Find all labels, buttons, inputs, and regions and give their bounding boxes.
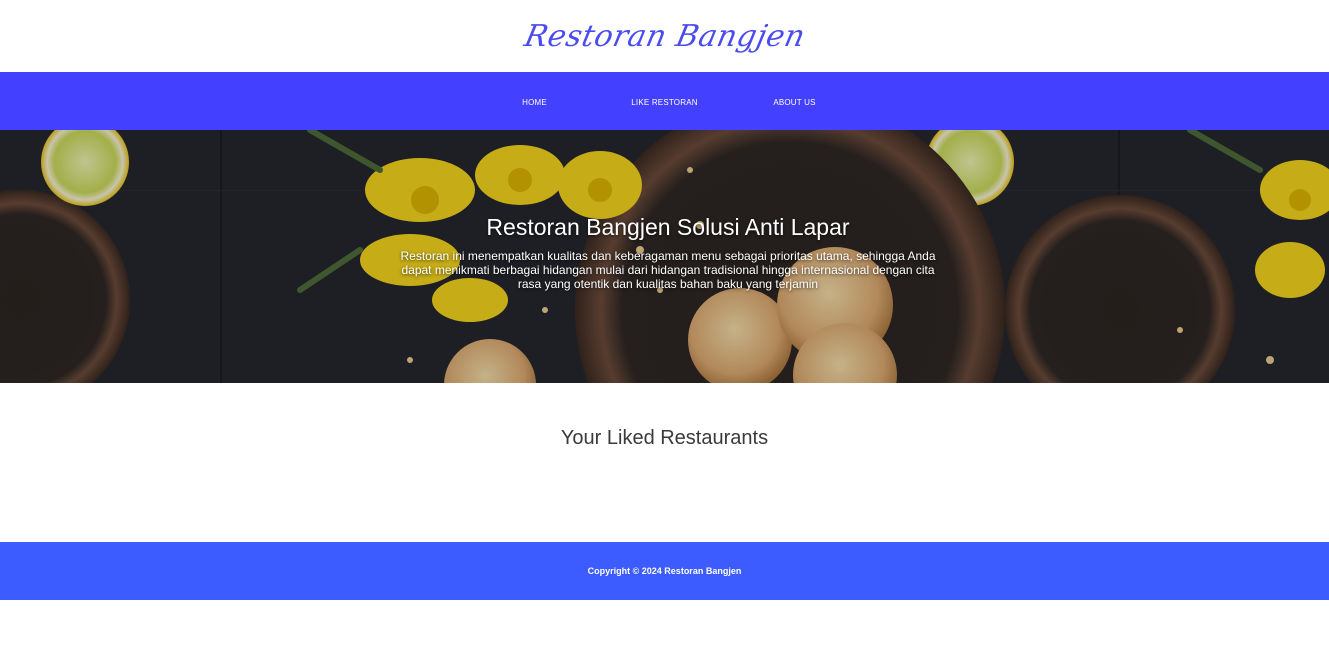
liked-restaurants-title: Your Liked Restaurants (560, 427, 769, 449)
nav-item-like-restoran: LIKE RESTORAN (600, 92, 730, 110)
logo-link[interactable]: Restoran Bangjen (521, 19, 808, 54)
hero-banner: Restoran Bangjen Solusi Anti Lapar Resto… (0, 130, 1329, 383)
nav-link-like-restoran[interactable]: LIKE RESTORAN (631, 98, 697, 107)
nav-item-home: HOME (470, 92, 600, 110)
hero-title: Restoran Bangjen Solusi Anti Lapar (486, 214, 850, 240)
liked-restaurants-list (100, 473, 1229, 523)
footer: Copyright © 2024 Restoran Bangjen (0, 542, 1329, 600)
nav-link-about-us[interactable]: ABOUT US (773, 98, 815, 107)
hero-description: Restoran ini menempatkan kualitas dan ke… (400, 249, 936, 291)
footer-copyright: Copyright © 2024 Restoran Bangjen (587, 566, 742, 576)
navigation-bar: HOME LIKE RESTORAN ABOUT US (0, 72, 1329, 130)
app-header: Restoran Bangjen (0, 0, 1329, 72)
main-content: Your Liked Restaurants (0, 383, 1329, 542)
nav-link-home[interactable]: HOME (522, 98, 547, 107)
nav-item-about-us: ABOUT US (730, 92, 860, 110)
nav-list: HOME LIKE RESTORAN ABOUT US (470, 92, 860, 110)
hero-content: Restoran Bangjen Solusi Anti Lapar Resto… (396, 214, 940, 291)
